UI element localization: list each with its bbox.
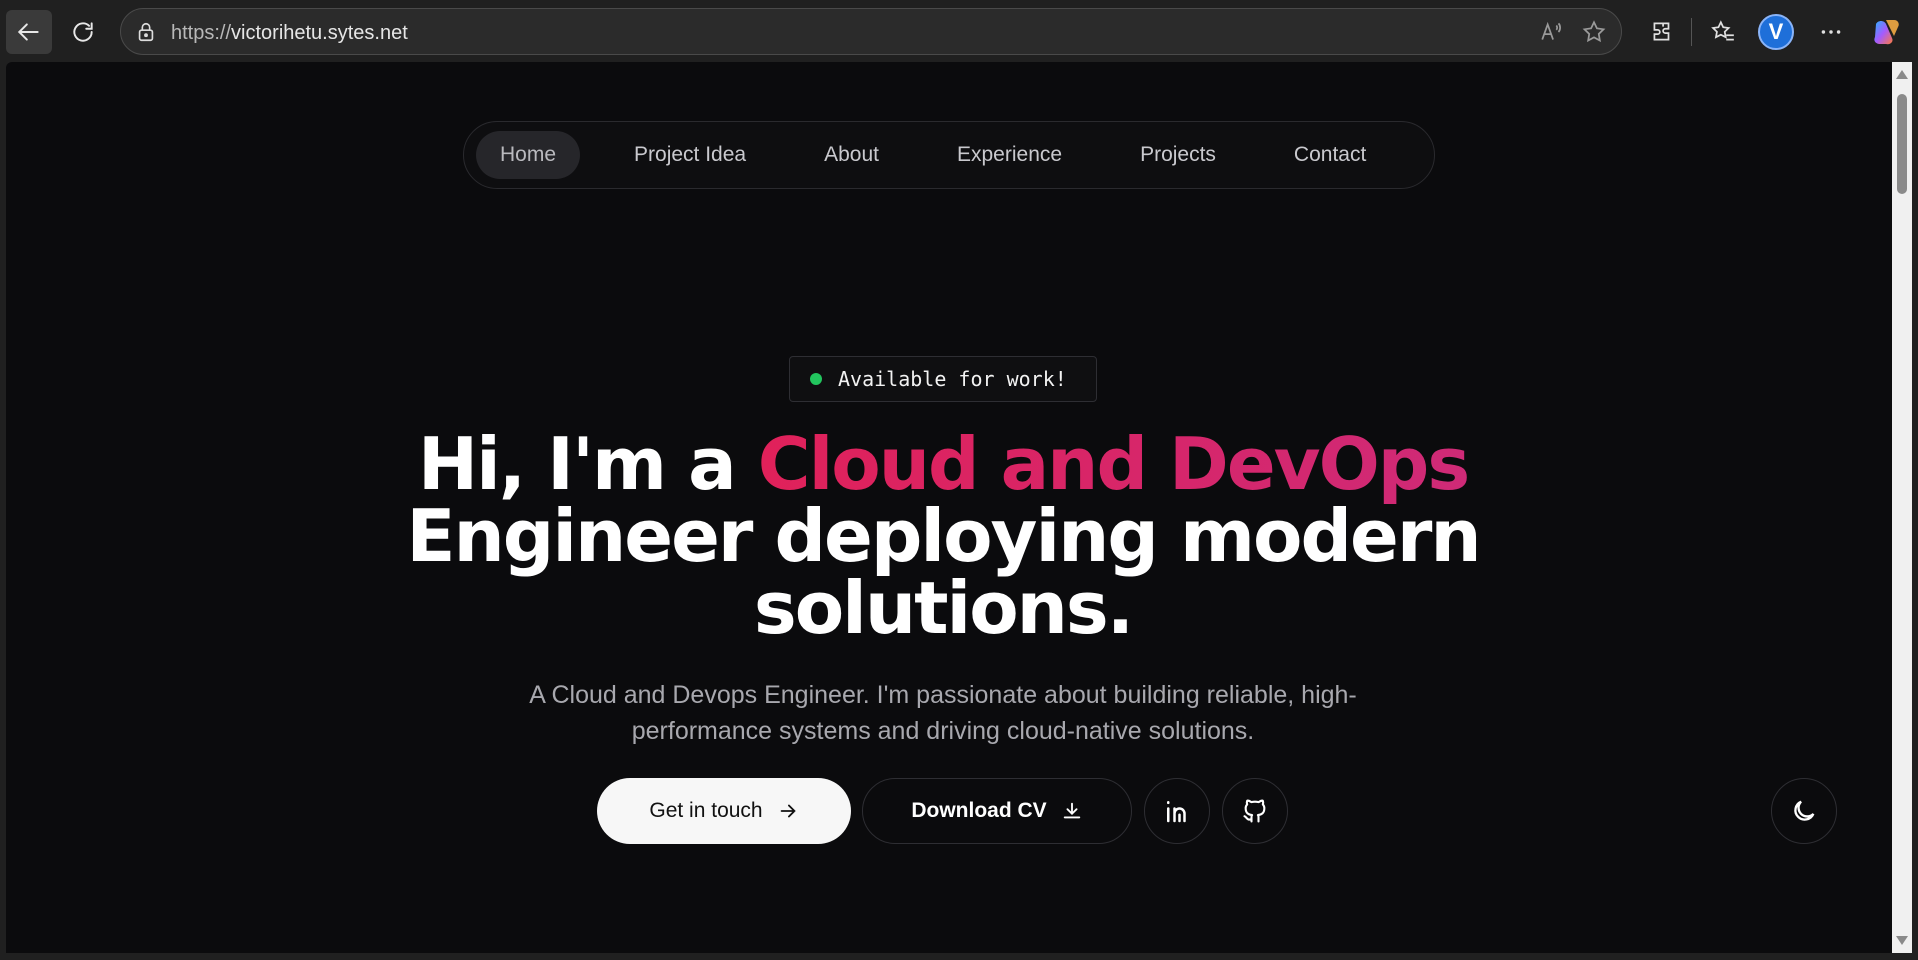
favorites-icon[interactable] — [1703, 12, 1743, 52]
nav-item-home[interactable]: Home — [476, 131, 581, 179]
url-protocol: https:// — [171, 22, 232, 44]
toolbar-divider — [1691, 18, 1692, 46]
linkedin-button[interactable] — [1144, 778, 1210, 844]
hero-heading-line3: solutions. — [753, 566, 1134, 650]
site-navigation: Home Project Idea About Experience Proje… — [463, 121, 1435, 189]
profile-initial: V — [1768, 19, 1784, 44]
url-text[interactable]: https://victorihetu.sytes.net — [171, 22, 408, 45]
hero-subtitle: A Cloud and Devops Engineer. I'm passion… — [529, 681, 1357, 745]
hero-heading: Hi, I'm a Cloud and DevOps Engineer depl… — [300, 428, 1586, 644]
favorite-star-icon[interactable] — [1581, 19, 1607, 50]
availability-badge: Available for work! — [789, 356, 1097, 402]
nav-item-about[interactable]: About — [800, 131, 903, 179]
arrow-right-icon — [777, 800, 799, 822]
nav-item-contact[interactable]: Contact — [1270, 131, 1390, 179]
scroll-down-arrow-icon[interactable] — [1896, 936, 1908, 945]
profile-avatar[interactable]: V — [1758, 14, 1794, 50]
get-in-touch-label: Get in touch — [649, 799, 763, 822]
browser-toolbar: https://victorihetu.sytes.net V — [0, 0, 1918, 62]
github-icon — [1243, 799, 1266, 823]
back-arrow-icon — [17, 23, 39, 41]
lock-icon[interactable] — [135, 21, 157, 48]
get-in-touch-button[interactable]: Get in touch — [597, 778, 851, 844]
nav-item-project-idea[interactable]: Project Idea — [610, 131, 770, 179]
download-cv-button[interactable]: Download CV — [862, 778, 1132, 844]
reload-icon — [73, 22, 93, 42]
scroll-thumb[interactable] — [1897, 94, 1907, 194]
address-bar[interactable]: https://victorihetu.sytes.net — [120, 8, 1622, 55]
reload-button[interactable] — [60, 10, 106, 54]
more-icon[interactable] — [1811, 12, 1851, 52]
github-button[interactable] — [1222, 778, 1288, 844]
theme-toggle-button[interactable] — [1771, 778, 1837, 844]
download-cv-label: Download CV — [911, 799, 1047, 822]
status-dot — [810, 373, 822, 385]
scroll-up-arrow-icon[interactable] — [1896, 70, 1908, 79]
nav-item-experience[interactable]: Experience — [933, 131, 1086, 179]
read-aloud-icon[interactable] — [1539, 19, 1565, 50]
download-icon — [1061, 800, 1083, 822]
copilot-icon[interactable] — [1866, 12, 1906, 52]
moon-icon — [1794, 800, 1815, 821]
nav-item-projects[interactable]: Projects — [1116, 131, 1240, 179]
linkedin-icon — [1167, 801, 1186, 823]
page-scrollbar[interactable] — [1892, 62, 1912, 953]
url-host: victorihetu.sytes.net — [231, 22, 408, 44]
back-button[interactable] — [6, 10, 52, 54]
extensions-icon[interactable] — [1642, 12, 1682, 52]
availability-text: Available for work! — [838, 367, 1067, 391]
